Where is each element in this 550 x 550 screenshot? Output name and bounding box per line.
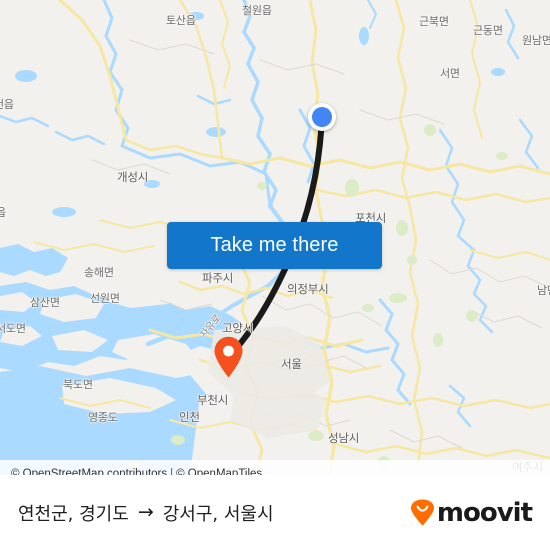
map-pin-icon [214, 336, 243, 378]
map-attribution-bar: © OpenStreetMap contributors | © OpenMapTi… [0, 460, 550, 475]
route-origin-label: 연천군, 경기도 [18, 503, 129, 525]
take-me-there-button[interactable]: Take me there [167, 222, 382, 269]
moovit-pin-icon [410, 499, 434, 526]
osm-attribution-link[interactable]: © OpenStreetMap contributors [11, 468, 167, 476]
footer-bar: 연천군, 경기도 → 강서구, 서울시 moovit [0, 475, 550, 550]
openmaptiles-attribution-link[interactable]: © OpenMapTiles [176, 468, 262, 476]
arrow-right-icon: → [137, 501, 154, 523]
attribution-separator: | [170, 467, 174, 476]
moovit-wordmark: moovit [436, 497, 533, 528]
moovit-logo[interactable]: moovit [410, 497, 533, 528]
attribution-text: © OpenStreetMap contributors | © OpenMapTi… [11, 468, 262, 476]
origin-marker-dot [312, 107, 332, 127]
moovit-map-screenshot: 토산읍철원읍근북면근동면원남면서면천읍개성시포천시읍송해면파주시의정부시남면선원… [0, 0, 550, 550]
destination-marker[interactable] [213, 336, 244, 378]
route-destination-label: 강서구, 서울시 [162, 503, 274, 525]
map-canvas[interactable]: 토산읍철원읍근북면근동면원남면서면천읍개성시포천시읍송해면파주시의정부시남면선원… [0, 0, 550, 475]
route-title: 연천군, 경기도 → 강서구, 서울시 [18, 500, 274, 526]
origin-marker[interactable] [308, 103, 336, 131]
